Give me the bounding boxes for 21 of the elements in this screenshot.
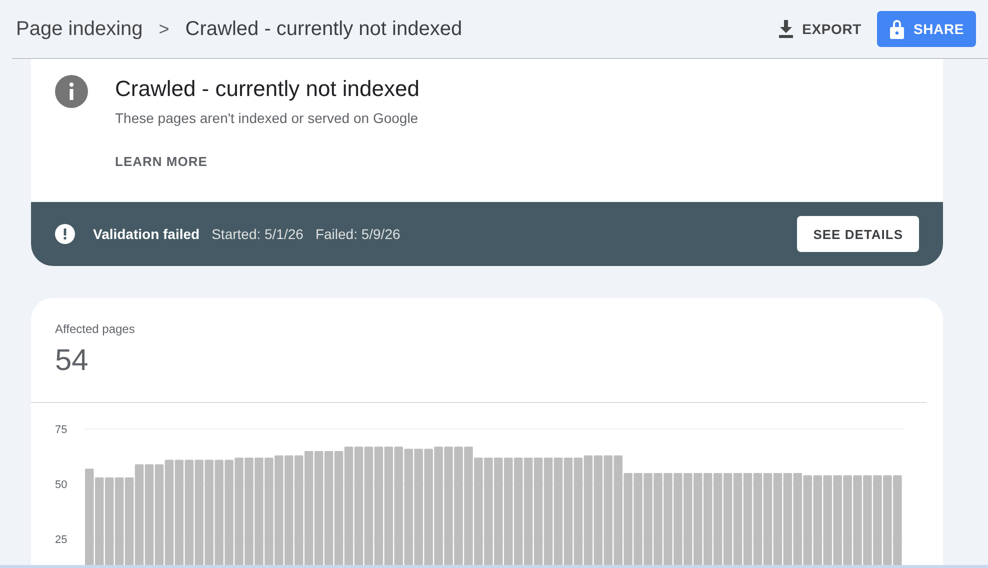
alert-icon (55, 224, 75, 244)
page-title: Crawled - currently not indexed (185, 18, 462, 40)
failed-date: Failed: 5/9/26 (315, 226, 400, 242)
started-date: Started: 5/1/26 (212, 226, 304, 242)
share-button[interactable]: SHARE (877, 11, 976, 47)
breadcrumb-link[interactable]: Page indexing (16, 18, 143, 40)
see-details-button[interactable]: SEE DETAILS (797, 216, 919, 252)
info-icon (55, 75, 88, 108)
metric-value: 54 (55, 344, 90, 378)
breadcrumb-separator: > (158, 18, 170, 40)
lock-icon (889, 19, 906, 39)
download-icon (778, 20, 794, 38)
validation-status: Validation failed (93, 226, 200, 242)
axis-label: 50 (55, 479, 68, 491)
issue-description: These pages aren't indexed or served on Google (115, 110, 420, 126)
axis-label: 75 (55, 424, 68, 436)
learn-more-link[interactable]: LEARN MORE (115, 154, 420, 169)
issue-title: Crawled - currently not indexed (115, 76, 420, 102)
axis-label: 25 (55, 534, 68, 546)
export-button[interactable]: EXPORT (766, 11, 874, 47)
metric-label: Affected pages (55, 322, 136, 336)
